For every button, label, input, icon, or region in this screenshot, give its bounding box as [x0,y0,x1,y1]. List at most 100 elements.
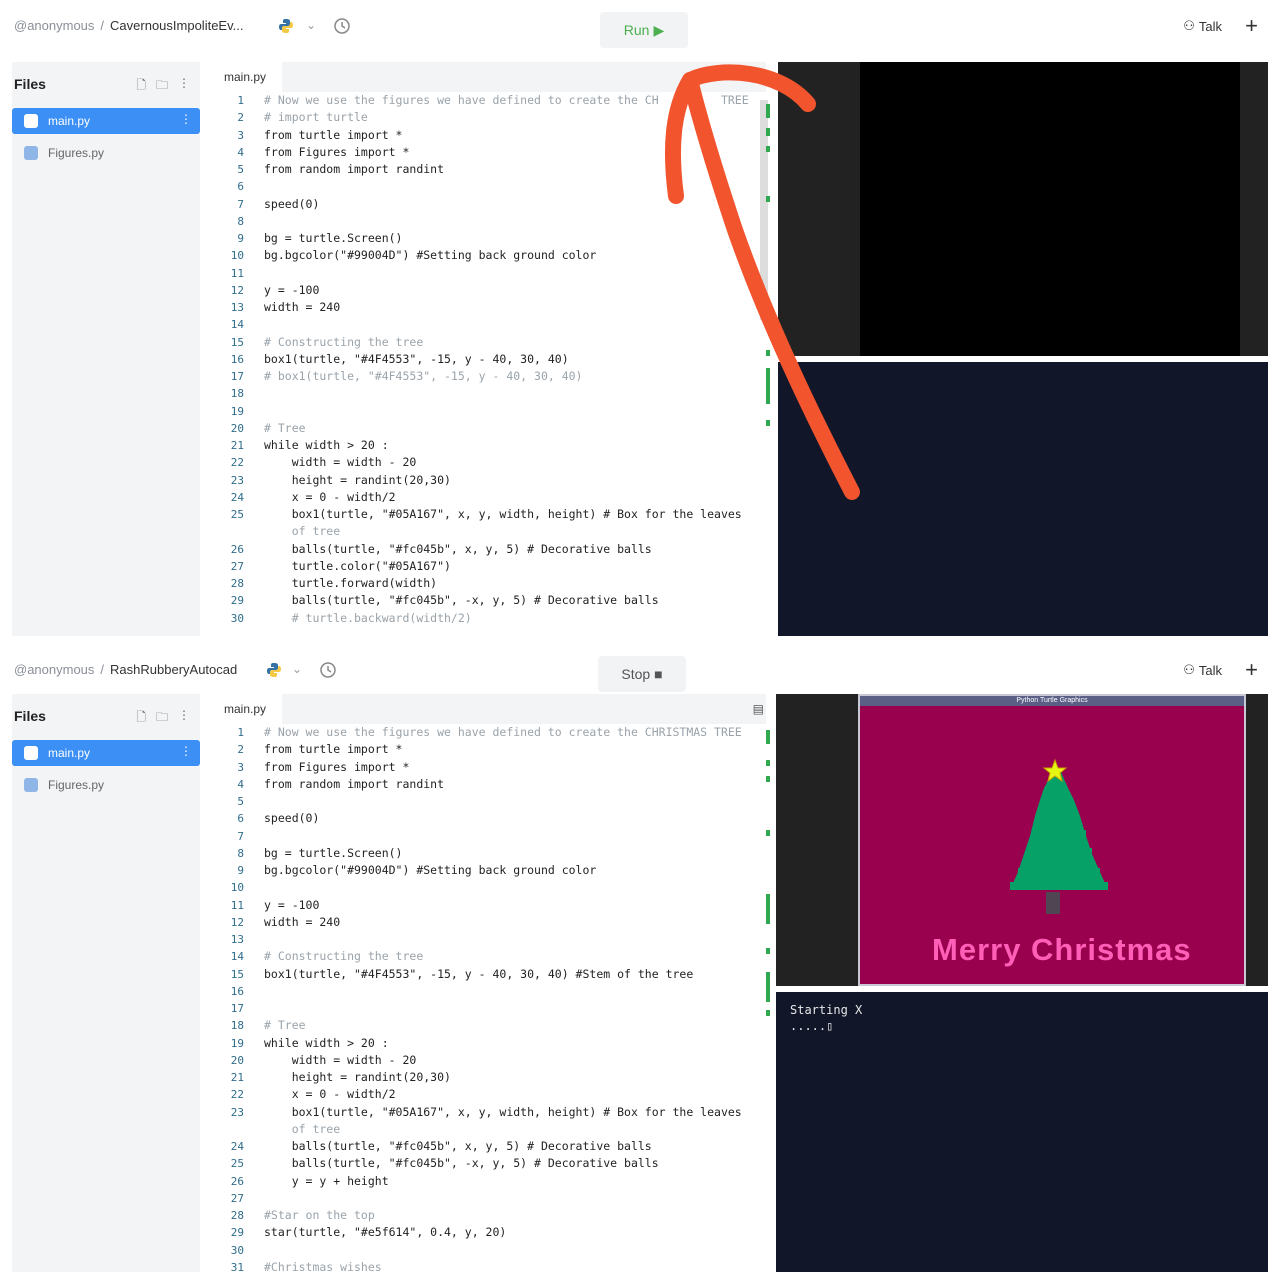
top-bar: @anonymous / RashRubberyAutocad ⌄ Stop ■ ⚇ T… [0,644,1280,700]
code-line[interactable]: 14 [208,316,763,333]
code-line[interactable]: 9 bg.bgcolor("#99004D") #Setting back gro… [208,862,763,879]
code-line[interactable]: of tree [208,523,763,540]
code-line[interactable]: 10 [208,879,763,896]
code-line[interactable]: 8 [208,213,763,230]
code-line[interactable]: 30 [208,1242,763,1259]
chevron-down-icon[interactable]: ⌄ [292,662,302,676]
tab-main-py[interactable]: main.py [208,694,282,724]
code-line[interactable]: 25 box1(turtle, "#05A167", x, y, width, … [208,506,763,523]
code-area[interactable]: 1 # Now we use the figures we have define… [208,92,763,636]
code-line[interactable]: 22 x = 0 - width/2 [208,1086,763,1103]
talk-button[interactable]: ⚇ Talk [1183,662,1222,678]
code-line[interactable]: 29 balls(turtle, "#fc045b", -x, y, 5) # … [208,592,763,609]
code-line[interactable]: 2 from turtle import * [208,741,763,758]
new-folder-icon[interactable]: 🗀 [156,708,168,729]
history-icon[interactable] [318,660,338,680]
code-line[interactable]: 21 height = randint(20,30) [208,1069,763,1086]
code-line[interactable]: 2 # import turtle [208,109,763,126]
breadcrumb-project[interactable]: CavernousImpoliteEv... [110,18,243,33]
chevron-down-icon[interactable]: ⌄ [306,18,316,32]
code-line[interactable]: 20 width = width - 20 [208,1052,763,1069]
code-line[interactable]: 6 speed(0) [208,810,763,827]
code-line[interactable]: 16 box1(turtle, "#4F4553", -15, y - 40, 3… [208,351,763,368]
code-line[interactable]: 23 box1(turtle, "#05A167", x, y, width, … [208,1104,763,1121]
code-line[interactable]: 26 y = y + height [208,1173,763,1190]
console-panel[interactable]: Starting X .....▯ [776,992,1268,1272]
code-line[interactable]: 9 bg = turtle.Screen() [208,230,763,247]
code-line[interactable]: 17 [208,1000,763,1017]
code-line[interactable]: 24 balls(turtle, "#fc045b", x, y, 5) # D… [208,1138,763,1155]
file-item-main[interactable]: main.py ⋮ [12,108,200,134]
code-line[interactable]: 10 bg.bgcolor("#99004D") #Setting back gr… [208,247,763,264]
code-line[interactable]: 30 # turtle.backward(width/2) [208,610,763,627]
code-line[interactable]: 22 width = width - 20 [208,454,763,471]
code-line[interactable]: 23 height = randint(20,30) [208,472,763,489]
more-icon[interactable]: ⋮ [178,708,190,729]
add-icon[interactable]: + [1245,13,1258,39]
code-line[interactable]: 6 [208,178,763,195]
code-line[interactable]: 4 from Figures import * [208,144,763,161]
talk-button[interactable]: ⚇ Talk [1183,18,1222,34]
code-line[interactable]: 15 # Constructing the tree [208,334,763,351]
file-menu-icon[interactable]: ⋮ [180,744,192,758]
code-line[interactable]: 12 width = 240 [208,914,763,931]
format-icon[interactable]: ▤ [753,702,764,716]
code-line[interactable]: 5 [208,793,763,810]
code-line[interactable]: 25 balls(turtle, "#fc045b", -x, y, 5) # … [208,1155,763,1172]
breadcrumb-user[interactable]: @anonymous [14,662,94,677]
code-line[interactable]: 27 turtle.color("#05A167") [208,558,763,575]
stop-button[interactable]: Stop ■ [598,656,686,692]
code-line[interactable]: 28 #Star on the top [208,1207,763,1224]
file-item-figures[interactable]: Figures.py [12,772,200,798]
code-line[interactable]: 16 [208,983,763,1000]
file-item-figures[interactable]: Figures.py [12,140,200,166]
code-line[interactable]: 13 [208,931,763,948]
code-line[interactable]: 1 # Now we use the figures we have define… [208,92,763,109]
run-button[interactable]: Run ▶ [600,12,688,48]
more-icon[interactable]: ⋮ [178,76,190,97]
code-line[interactable]: 17 # box1(turtle, "#4F4553", -15, y - 40,… [208,368,763,385]
code-line[interactable]: 3 from Figures import * [208,759,763,776]
console-panel[interactable] [778,362,1268,636]
code-line[interactable]: 31 #Christmas wishes [208,1259,763,1272]
file-name: Figures.py [48,778,105,792]
tab-main-py[interactable]: main.py [208,62,282,92]
code-line[interactable]: 8 bg = turtle.Screen() [208,845,763,862]
code-line[interactable]: 1 # Now we use the figures we have define… [208,724,763,741]
code-line[interactable]: 11 [208,265,763,282]
file-menu-icon[interactable]: ⋮ [180,112,192,126]
code-line[interactable]: 15 box1(turtle, "#4F4553", -15, y - 40, 3… [208,966,763,983]
code-line[interactable]: 28 turtle.forward(width) [208,575,763,592]
code-line[interactable]: of tree [208,1121,763,1138]
code-line[interactable]: 24 x = 0 - width/2 [208,489,763,506]
code-line[interactable]: 21 while width > 20 : [208,437,763,454]
code-line[interactable]: 13 width = 240 [208,299,763,316]
code-line[interactable]: 5 from random import randint [208,161,763,178]
breadcrumb-user[interactable]: @anonymous [14,18,94,33]
code-line[interactable]: 7 speed(0) [208,196,763,213]
code-line[interactable]: 20 # Tree [208,420,763,437]
code-line[interactable]: 19 [208,403,763,420]
history-icon[interactable] [332,16,352,36]
code-line[interactable]: 19 while width > 20 : [208,1035,763,1052]
code-line[interactable]: 29 star(turtle, "#e5f614", 0.4, y, 20) [208,1224,763,1241]
add-icon[interactable]: + [1245,657,1258,683]
code-line[interactable]: 4 from random import randint [208,776,763,793]
code-line[interactable]: 18 [208,385,763,402]
code-line[interactable]: 26 balls(turtle, "#fc045b", x, y, 5) # D… [208,541,763,558]
code-line[interactable]: 12 y = -100 [208,282,763,299]
code-line[interactable]: 11 y = -100 [208,897,763,914]
code-text: from random import randint [264,162,445,176]
code-line[interactable]: 7 [208,828,763,845]
turtle-graphics-window[interactable]: Python Turtle Graphics Merry Christmas [858,694,1246,986]
code-line[interactable]: 27 [208,1190,763,1207]
code-line[interactable]: 18 # Tree [208,1017,763,1034]
file-item-main[interactable]: main.py ⋮ [12,740,200,766]
new-folder-icon[interactable]: 🗀 [156,76,168,97]
new-file-icon[interactable]: 🗋 [136,708,146,729]
code-area[interactable]: 1 # Now we use the figures we have define… [208,724,763,1272]
breadcrumb-project[interactable]: RashRubberyAutocad [110,662,237,677]
code-line[interactable]: 3 from turtle import * [208,127,763,144]
new-file-icon[interactable]: 🗋 [136,76,146,97]
code-line[interactable]: 14 # Constructing the tree [208,948,763,965]
